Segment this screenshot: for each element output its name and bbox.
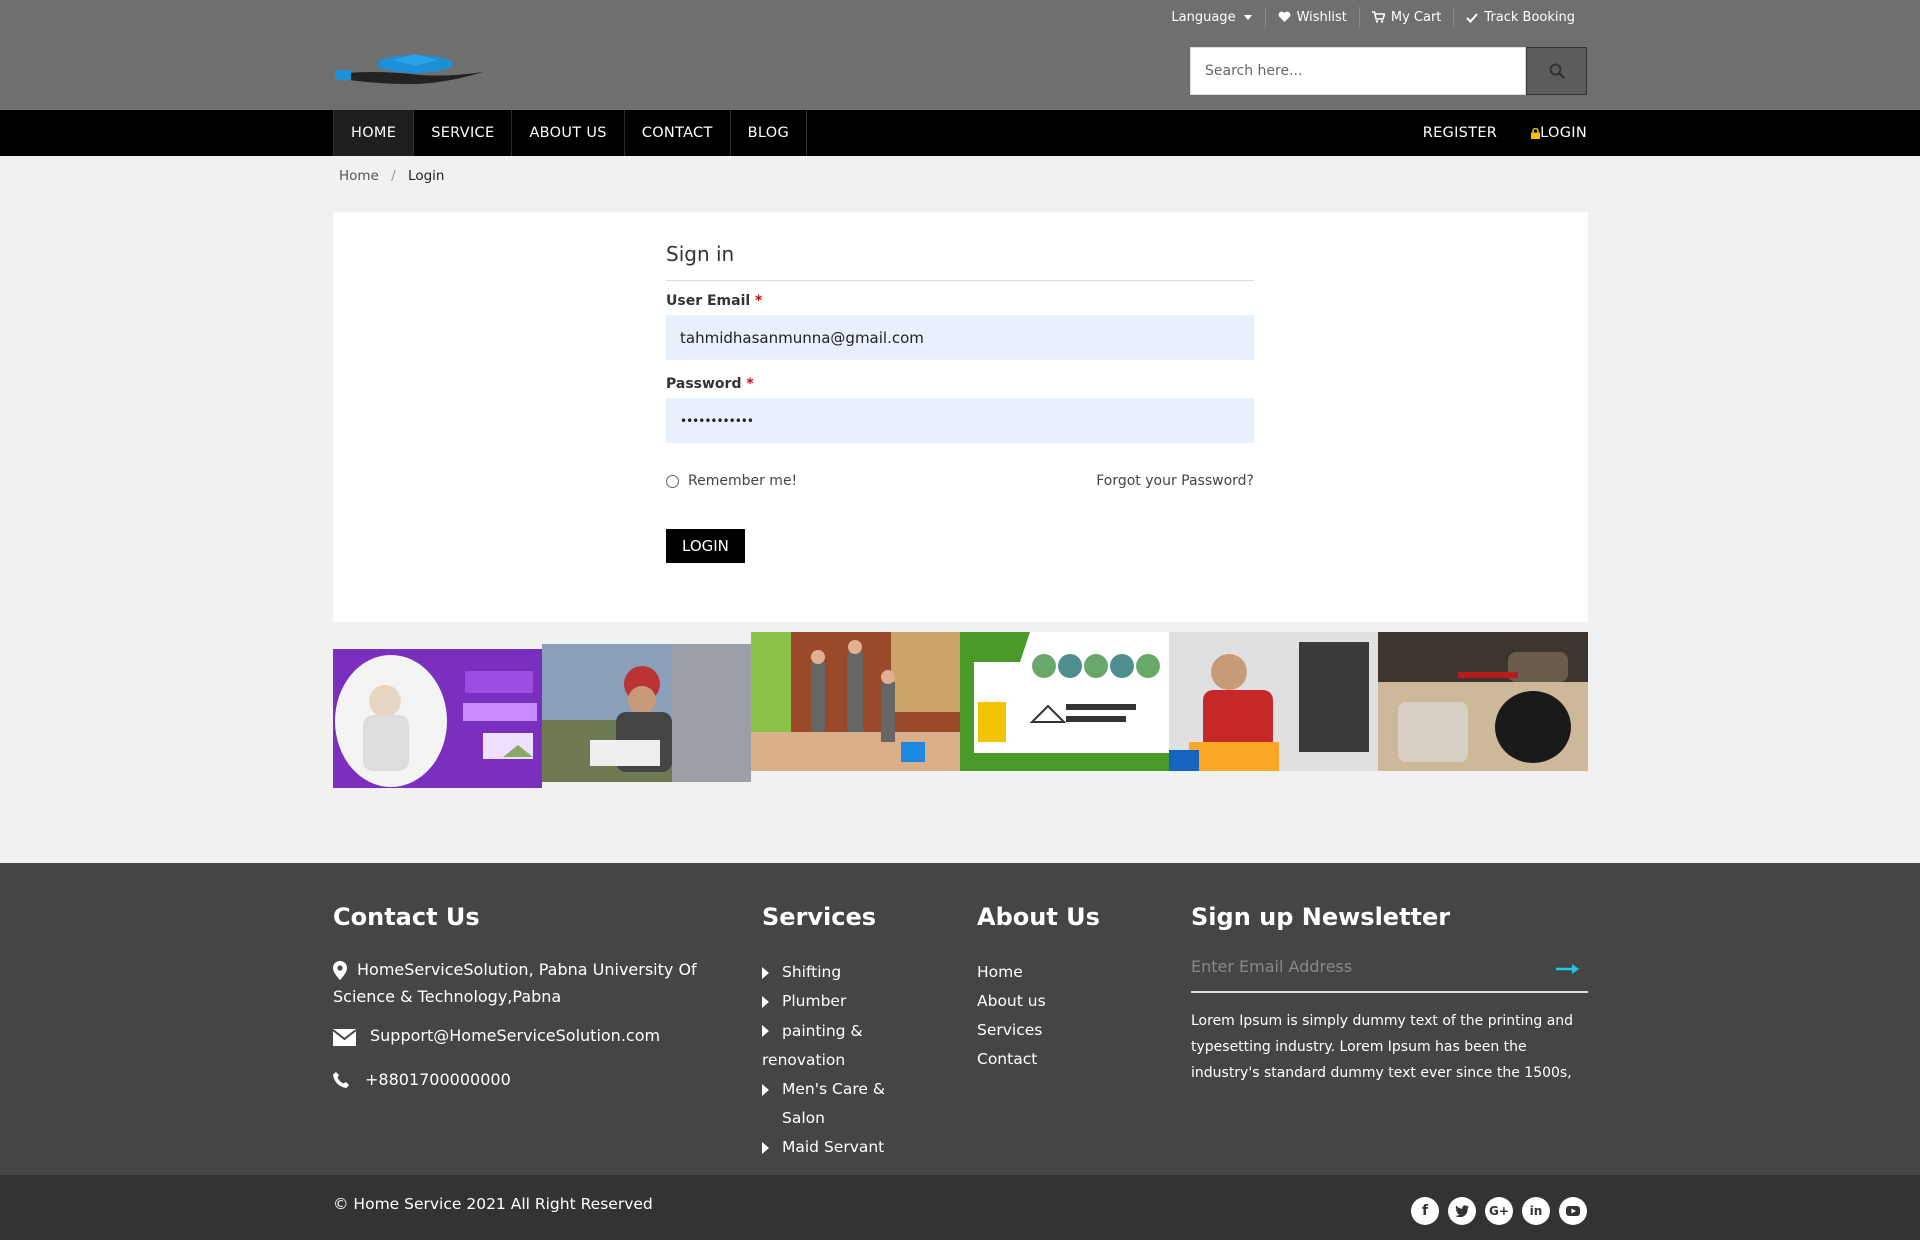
email-label: User Email * <box>666 293 763 309</box>
cart-label: My Cart <box>1390 9 1442 25</box>
social-links: f G+ in <box>1402 1197 1587 1225</box>
track-booking-link[interactable]: Track Booking <box>1453 7 1587 27</box>
nav-item-home[interactable]: HOME <box>333 110 415 156</box>
caret-right-icon <box>762 1025 769 1037</box>
site-footer: Contact Us HomeServiceSolution, Pabna Un… <box>0 863 1920 1175</box>
footer-link-home[interactable]: Home <box>977 958 1177 987</box>
breadcrumb-current: Login <box>408 168 445 184</box>
login-card: Sign in User Email * tahmidhasanmunna@gm… <box>333 212 1588 622</box>
search-input[interactable] <box>1190 47 1526 95</box>
linkedin-icon[interactable]: in <box>1522 1197 1550 1225</box>
form-title: Sign in <box>666 242 1254 281</box>
footer-service-shifting[interactable]: Shifting <box>762 958 932 987</box>
map-marker-icon <box>333 961 347 980</box>
check-icon <box>1466 12 1479 23</box>
nav-login-link[interactable]: LOGIN <box>1531 125 1587 141</box>
cart-link[interactable]: My Cart <box>1358 7 1454 27</box>
nav-item-about-us[interactable]: ABOUT US <box>512 110 625 156</box>
footer-link-services[interactable]: Services <box>977 1016 1177 1045</box>
email-field[interactable]: tahmidhasanmunna@gmail.com <box>666 315 1254 360</box>
caret-right-icon <box>762 996 769 1008</box>
nav-item-service[interactable]: SERVICE <box>414 110 513 156</box>
remember-me-radio[interactable] <box>666 474 679 488</box>
newsletter-email-input[interactable]: Enter Email Address <box>1191 953 1588 993</box>
login-form: Sign in User Email * tahmidhasanmunna@gm… <box>666 242 1254 563</box>
top-header: Language Wishlist My Cart Track Booking <box>0 0 1920 110</box>
gallery-image-doctor[interactable] <box>333 649 542 788</box>
footer-phone[interactable]: +8801700000000 <box>333 1066 511 1093</box>
footer-service-maid[interactable]: Maid Servant <box>762 1133 932 1162</box>
search-icon <box>1549 63 1565 79</box>
search-button[interactable] <box>1526 47 1587 95</box>
login-submit-button[interactable]: LOGIN <box>666 529 745 563</box>
breadcrumb-separator: / <box>391 168 396 184</box>
youtube-icon[interactable] <box>1559 1197 1587 1225</box>
nav-item-blog[interactable]: BLOG <box>731 110 807 156</box>
copyright-bar: © Home Service 2021 All Right Reserved f… <box>0 1175 1920 1240</box>
newsletter-placeholder: Enter Email Address <box>1191 957 1353 976</box>
footer-contact-heading: Contact Us <box>333 903 480 931</box>
language-dropdown[interactable]: Language <box>1159 7 1264 27</box>
footer-link-about[interactable]: About us <box>977 987 1177 1016</box>
nav-register-link[interactable]: REGISTER <box>1423 125 1497 141</box>
lock-icon <box>1531 127 1541 139</box>
track-booking-label: Track Booking <box>1484 9 1575 25</box>
facebook-icon[interactable]: f <box>1411 1197 1439 1225</box>
language-label: Language <box>1171 9 1236 25</box>
gallery-image-tv-repair[interactable] <box>1169 632 1378 771</box>
password-label: Password * <box>666 376 754 392</box>
envelope-icon <box>333 1029 356 1046</box>
caret-right-icon <box>762 967 769 979</box>
nav-item-contact[interactable]: CONTACT <box>625 110 731 156</box>
gallery-image-appliance-repair[interactable] <box>1378 632 1588 771</box>
footer-service-painting[interactable]: painting & renovation <box>762 1016 932 1075</box>
caret-right-icon <box>762 1084 769 1096</box>
main-navigation: HOME SERVICE ABOUT US CONTACT BLOG REGIS… <box>0 110 1920 156</box>
forgot-password-link[interactable]: Forgot your Password? <box>1096 473 1254 489</box>
caret-right-icon <box>762 1142 769 1154</box>
caret-down-icon <box>1243 15 1252 20</box>
password-field[interactable]: •••••••••••• <box>666 398 1254 443</box>
cart-icon <box>1371 11 1385 23</box>
twitter-icon[interactable] <box>1448 1197 1476 1225</box>
breadcrumb: Home / Login <box>339 168 444 184</box>
footer-newsletter-heading: Sign up Newsletter <box>1191 903 1451 931</box>
footer-about-heading: About Us <box>977 903 1100 931</box>
nav-login-label: LOGIN <box>1540 125 1587 141</box>
footer-address: HomeServiceSolution, Pabna University Of… <box>333 960 697 1006</box>
heart-icon <box>1278 11 1290 22</box>
wishlist-link[interactable]: Wishlist <box>1264 7 1359 27</box>
newsletter-text: Lorem Ipsum is simply dummy text of the … <box>1191 1013 1574 1081</box>
gallery-image-cleaning[interactable] <box>751 632 960 771</box>
google-plus-icon[interactable]: G+ <box>1485 1197 1513 1225</box>
site-logo[interactable] <box>333 50 483 94</box>
arrow-right-icon[interactable] <box>1556 963 1580 975</box>
footer-service-mens-care[interactable]: Men's Care & Salon <box>762 1075 932 1133</box>
gallery-image-home-service-banner[interactable] <box>960 632 1169 771</box>
footer-link-contact[interactable]: Contact <box>977 1045 1177 1074</box>
breadcrumb-home[interactable]: Home <box>339 168 379 184</box>
search-bar <box>1190 47 1587 95</box>
footer-services-heading: Services <box>762 903 877 931</box>
copyright-text: © Home Service 2021 All Right Reserved <box>333 1195 653 1213</box>
footer-email[interactable]: Support@HomeServiceSolution.com <box>333 1022 660 1049</box>
phone-icon <box>333 1072 349 1088</box>
top-utility-links: Language Wishlist My Cart Track Booking <box>1159 7 1587 27</box>
remember-me-label: Remember me! <box>688 473 798 489</box>
service-gallery <box>333 632 1588 788</box>
wishlist-label: Wishlist <box>1296 9 1347 25</box>
remember-me[interactable]: Remember me! <box>666 473 797 489</box>
footer-service-plumber[interactable]: Plumber <box>762 987 932 1016</box>
gallery-image-worker[interactable] <box>542 644 751 782</box>
